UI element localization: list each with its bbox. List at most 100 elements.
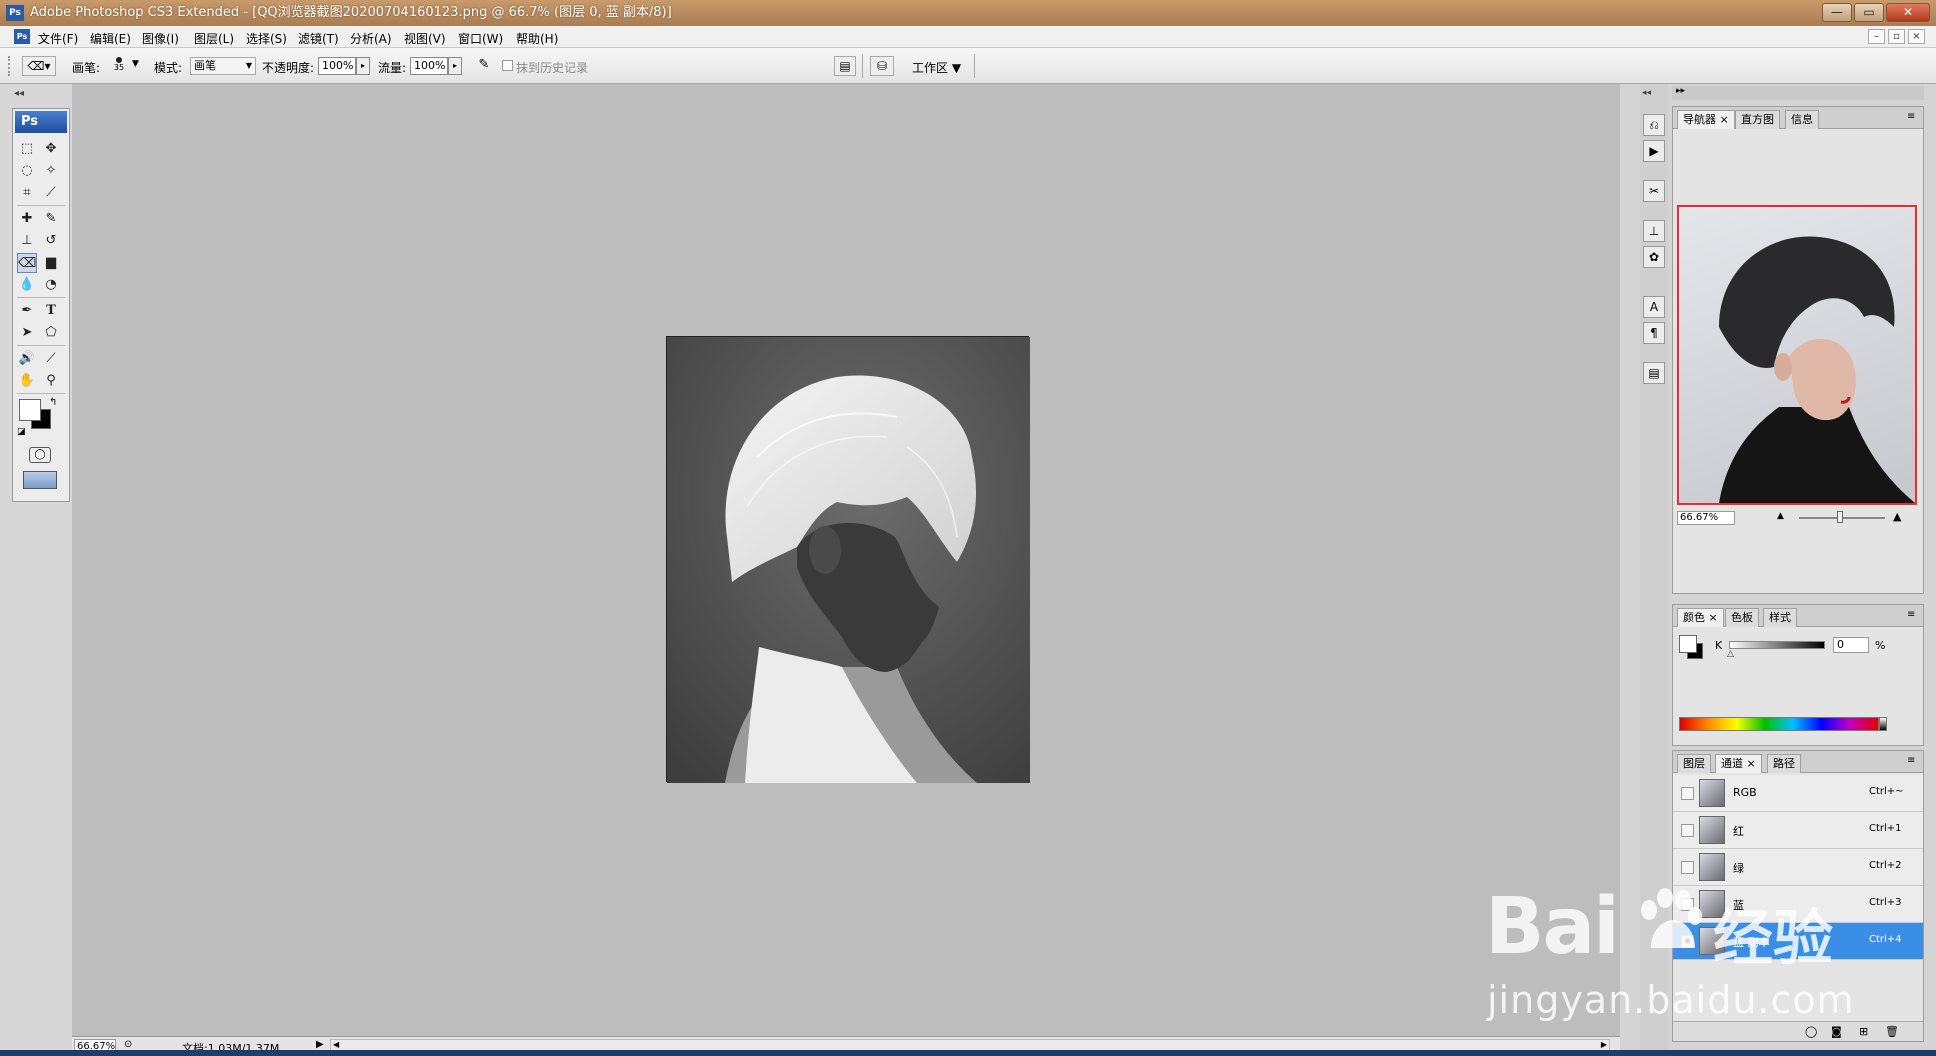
visibility-toggle[interactable] — [1681, 824, 1694, 837]
actions-panel-icon[interactable]: ▶ — [1643, 140, 1665, 162]
toolbox-ps-badge[interactable]: Ps — [15, 111, 67, 133]
flow-slider-button[interactable]: ▸ — [448, 57, 462, 75]
doc-close-button[interactable]: × — [1908, 29, 1925, 44]
brush-dropdown-icon[interactable]: ▼ — [132, 59, 139, 69]
notes-tool-icon[interactable]: 🔊 — [17, 349, 37, 369]
load-selection-icon[interactable]: ◯ — [1805, 1025, 1817, 1038]
pen-tool-icon[interactable]: ✒ — [17, 301, 37, 321]
delete-channel-icon[interactable]: 🗑 — [1885, 1025, 1899, 1038]
channel-row-blue-copy[interactable]: ◉ 蓝 副本 Ctrl+4 — [1673, 923, 1923, 960]
doc-minimize-button[interactable]: – — [1868, 29, 1885, 44]
tab-paths[interactable]: 路径 — [1767, 754, 1801, 773]
menu-select[interactable]: 选择(S) — [246, 30, 287, 47]
menu-help[interactable]: 帮助(H) — [516, 30, 558, 47]
visibility-toggle[interactable] — [1681, 787, 1694, 800]
brush-preset-picker[interactable]: 35 — [108, 54, 130, 78]
opacity-slider-button[interactable]: ▸ — [356, 57, 370, 75]
screen-mode-icon[interactable] — [23, 471, 57, 489]
color-grayscale-bar[interactable] — [1879, 717, 1887, 731]
tab-styles[interactable]: 样式 — [1763, 608, 1797, 627]
layer-comps-icon[interactable]: ▤ — [1643, 362, 1665, 384]
opacity-input[interactable]: 100% — [318, 57, 356, 75]
minimize-button[interactable]: — — [1822, 3, 1852, 22]
doc-restore-button[interactable]: ▫ — [1888, 29, 1905, 44]
shape-tool-icon[interactable]: ⬠ — [41, 323, 61, 343]
zoom-tool-icon[interactable]: ⚲ — [41, 371, 61, 391]
panel-dock-header[interactable]: ▸▸ — [1672, 86, 1924, 100]
dodge-tool-icon[interactable]: ◔ — [41, 275, 61, 295]
tab-histogram[interactable]: 直方图 — [1735, 110, 1780, 129]
character-panel-icon[interactable]: A — [1643, 296, 1665, 318]
quick-mask-icon[interactable]: ◯ — [29, 447, 51, 463]
gradient-tool-icon[interactable]: ▆ — [41, 253, 61, 273]
channel-row-green[interactable]: 绿 Ctrl+2 — [1673, 849, 1923, 886]
menu-view[interactable]: 视图(V) — [404, 30, 446, 47]
channel-row-red[interactable]: 红 Ctrl+1 — [1673, 812, 1923, 849]
go-to-bridge-icon[interactable]: ⛁ — [870, 56, 894, 76]
status-preview-icon[interactable]: ⊙ — [124, 1039, 132, 1050]
clone-source-icon[interactable]: ⊥ — [1643, 220, 1665, 242]
brushes-panel-icon[interactable]: ✿ — [1643, 246, 1665, 268]
tab-layers[interactable]: 图层 — [1677, 754, 1711, 773]
lasso-tool-icon[interactable]: ◌ — [17, 161, 37, 181]
blur-tool-icon[interactable]: 💧 — [17, 275, 37, 295]
color-spectrum-bar[interactable] — [1679, 717, 1879, 731]
brush-tool-icon[interactable]: ✎ — [41, 209, 61, 229]
color-slider-thumb[interactable]: △ — [1727, 649, 1734, 659]
panel-menu-icon[interactable]: ≡ — [1907, 755, 1915, 766]
menu-window[interactable]: 窗口(W) — [458, 30, 503, 47]
status-menu-arrow-icon[interactable]: ▶ — [316, 1039, 324, 1050]
eraser-tool-preset-icon[interactable]: ⌫▾ — [22, 56, 56, 76]
healing-brush-tool-icon[interactable]: ✚ — [17, 209, 37, 229]
hand-tool-icon[interactable]: ✋ — [17, 371, 37, 391]
path-selection-tool-icon[interactable]: ➤ — [17, 323, 37, 343]
crop-tool-icon[interactable]: ⌗ — [17, 183, 37, 203]
marquee-tool-icon[interactable]: ⬚ — [17, 139, 37, 159]
visibility-toggle[interactable] — [1681, 861, 1694, 874]
erase-to-history-checkbox[interactable] — [502, 60, 513, 71]
options-grip[interactable] — [8, 56, 10, 76]
channel-row-rgb[interactable]: RGB Ctrl+~ — [1673, 775, 1923, 812]
swap-colors-icon[interactable]: ↰ — [49, 397, 57, 408]
brushes-palette-icon[interactable]: ▤ — [834, 56, 856, 76]
tab-navigator[interactable]: 导航器 × — [1677, 110, 1735, 129]
history-brush-tool-icon[interactable]: ↺ — [41, 231, 61, 251]
panel-menu-icon[interactable]: ≡ — [1907, 111, 1915, 122]
zoom-in-icon[interactable]: ▲ — [1893, 510, 1901, 523]
navigator-zoom-thumb[interactable] — [1837, 511, 1843, 523]
menu-image[interactable]: 图像(I) — [142, 30, 179, 47]
tool-presets-icon[interactable]: ✂ — [1643, 180, 1665, 202]
new-channel-icon[interactable]: ⊞ — [1859, 1025, 1868, 1038]
foreground-color-swatch[interactable] — [19, 399, 41, 421]
menu-analysis[interactable]: 分析(A) — [350, 30, 392, 47]
menu-file[interactable]: 文件(F) — [38, 30, 78, 47]
menu-filter[interactable]: 滤镜(T) — [298, 30, 339, 47]
navigator-preview[interactable] — [1677, 205, 1917, 505]
close-button[interactable]: ✕ — [1886, 3, 1930, 22]
document-icon[interactable]: Ps — [14, 29, 30, 44]
eye-icon[interactable]: ◉ — [1681, 935, 1694, 948]
tab-info[interactable]: 信息 — [1785, 110, 1819, 129]
zoom-out-icon[interactable]: ▲ — [1777, 511, 1784, 521]
flow-input[interactable]: 100% — [410, 57, 448, 75]
airbrush-icon[interactable]: ✎ — [474, 57, 494, 75]
panel-menu-icon[interactable]: ≡ — [1907, 609, 1915, 620]
visibility-toggle[interactable] — [1681, 898, 1694, 911]
save-selection-icon[interactable]: ◙ — [1831, 1025, 1842, 1038]
tab-swatches[interactable]: 色板 — [1725, 608, 1759, 627]
eyedropper-tool-icon[interactable]: ⟋ — [41, 349, 61, 369]
type-tool-icon[interactable]: T — [41, 301, 61, 321]
menu-layer[interactable]: 图层(L) — [194, 30, 234, 47]
default-colors-icon[interactable]: ◪ — [17, 427, 26, 437]
eraser-tool-icon[interactable]: ⌫ — [17, 253, 37, 273]
expand-panels-icon[interactable]: ◂◂ — [1642, 88, 1651, 98]
collapse-dock-icon[interactable]: ▸▸ — [1676, 86, 1685, 96]
magic-wand-tool-icon[interactable]: ✧ — [41, 161, 61, 181]
collapse-toolbox-icon[interactable]: ◂◂ — [14, 88, 24, 99]
color-k-slider[interactable] — [1729, 641, 1825, 649]
workspace-menu[interactable]: 工作区 ▼ — [912, 59, 961, 76]
mode-select[interactable]: 画笔 ▼ — [190, 57, 256, 75]
restore-button[interactable]: ▭ — [1854, 3, 1884, 22]
scroll-left-icon[interactable]: ◀ — [333, 1040, 339, 1049]
scroll-right-icon[interactable]: ▶ — [1601, 1040, 1607, 1049]
